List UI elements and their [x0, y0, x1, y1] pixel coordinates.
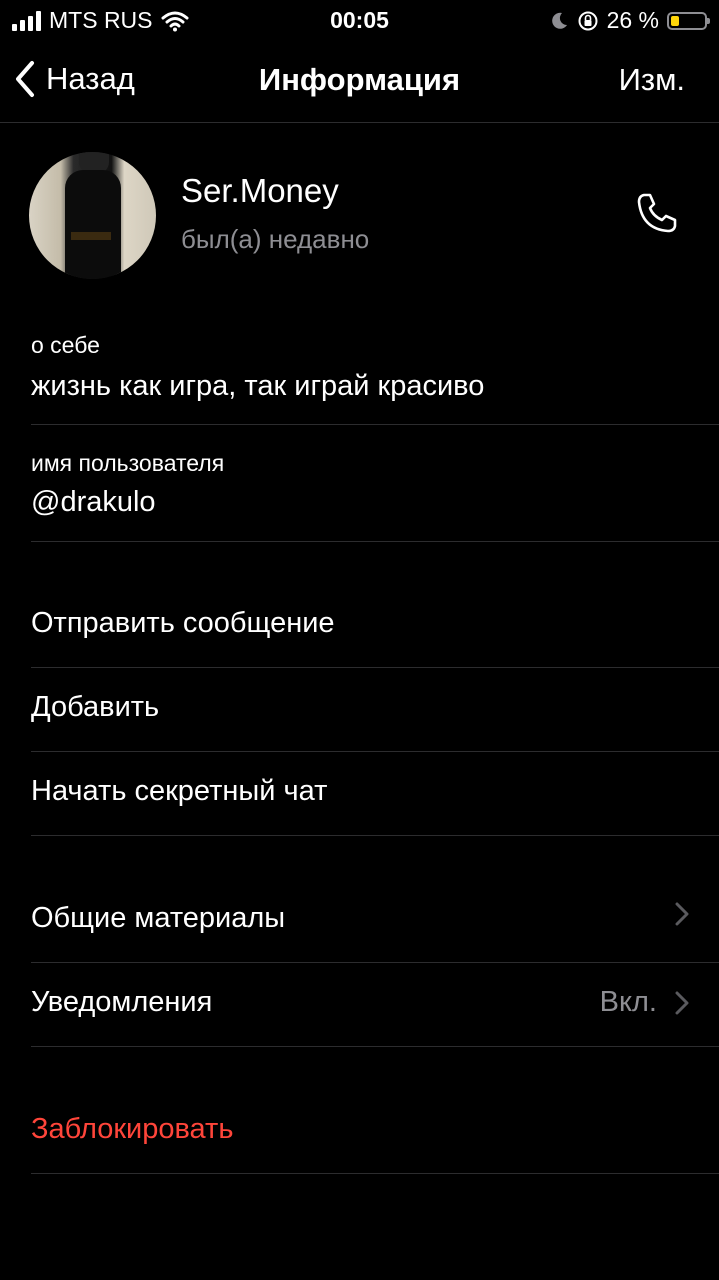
about-value: жизнь как игра, так играй красиво	[31, 370, 485, 402]
nav-bar: Назад Информация Изм.	[0, 40, 719, 123]
block-row[interactable]: Заблокировать	[31, 1090, 719, 1174]
notifications-accessory: Вкл.	[600, 986, 689, 1019]
username-section[interactable]: имя пользователя @drakulo	[31, 424, 719, 542]
shared-media-row[interactable]: Общие материалы	[31, 879, 719, 963]
phone-icon[interactable]	[634, 190, 680, 236]
page-title: Информация	[258, 62, 461, 97]
avatar[interactable]	[29, 152, 156, 279]
chevron-right-icon	[675, 991, 689, 1014]
username-value: @drakulo	[31, 486, 156, 518]
add-contact-row[interactable]: Добавить	[31, 668, 719, 752]
add-contact-label: Добавить	[31, 691, 160, 723]
notifications-label: Уведомления	[31, 986, 213, 1018]
block-label: Заблокировать	[31, 1113, 234, 1145]
battery-icon	[667, 11, 710, 30]
username-label: имя пользователя	[31, 450, 225, 476]
profile-status: был(а) недавно	[181, 224, 370, 254]
profile-name: Ser.Money	[181, 172, 339, 209]
send-message-label: Отправить сообщение	[31, 607, 335, 639]
status-right: 26 %	[549, 7, 710, 34]
chevron-right-icon	[675, 902, 689, 926]
notifications-value: Вкл.	[599, 986, 657, 1018]
secret-chat-row[interactable]: Начать секретный чат	[31, 752, 719, 836]
moon-icon	[551, 12, 567, 29]
rotation-lock-icon	[578, 11, 598, 30]
shared-media-accessory	[675, 902, 689, 926]
edit-button[interactable]: Изм.	[619, 62, 685, 98]
about-section: о себе жизнь как игра, так играй красиво	[31, 325, 719, 425]
status-bar: MTS RUS 00:05 26 %	[0, 0, 719, 40]
secret-chat-label: Начать секретный чат	[31, 775, 328, 807]
about-label: о себе	[31, 332, 100, 358]
profile-header: Ser.Money был(а) недавно	[0, 150, 719, 280]
battery-percent: 26 %	[606, 7, 659, 33]
notifications-row[interactable]: Уведомления Вкл.	[31, 963, 719, 1047]
battery-fill	[671, 15, 679, 26]
send-message-row[interactable]: Отправить сообщение	[31, 584, 719, 668]
shared-media-label: Общие материалы	[31, 902, 286, 934]
